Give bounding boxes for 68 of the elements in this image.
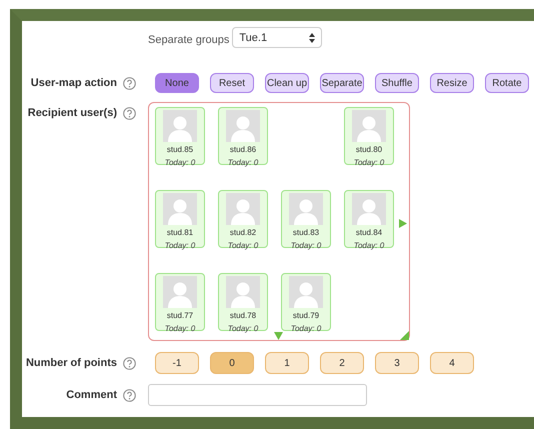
action-button[interactable]: Separate [320,73,364,93]
user-card[interactable]: stud.82 Today: 0 [218,190,268,248]
today-count: Today: 0 [290,241,322,250]
today-count: Today: 0 [354,158,384,167]
today-count: Today: 0 [164,241,196,250]
help-icon[interactable] [123,76,136,90]
avatar-icon [163,193,197,225]
today-count: Today: 0 [290,324,322,333]
user-name: stud.85 [166,145,194,154]
user-name: stud.77 [166,311,194,320]
user-card[interactable]: stud.79 Today: 0 [281,273,331,331]
points-button[interactable]: 0 [210,352,254,374]
points-button[interactable]: 2 [320,352,364,374]
action-button[interactable]: Rotate [485,73,529,93]
field-label: Recipient user(s) [28,107,117,119]
avatar-icon [163,110,197,142]
action-button[interactable]: None [155,73,199,93]
today-count: Today: 0 [164,324,196,333]
user-name: stud.83 [292,228,320,237]
avatar-icon [289,193,323,225]
user-name: stud.81 [166,228,194,237]
user-card[interactable]: stud.78 Today: 0 [218,273,268,331]
field-label: User-map action [30,77,117,89]
field-label: Number of points [26,357,117,369]
user-card[interactable]: stud.81 Today: 0 [155,190,205,248]
user-card[interactable]: stud.86 Today: 0 [218,107,268,165]
action-button[interactable]: Clean up [265,73,309,93]
points-button[interactable]: 1 [265,352,309,374]
user-card[interactable]: stud.77 Today: 0 [155,273,205,331]
user-card[interactable]: stud.84 Today: 0 [344,190,394,248]
avatar-icon [163,276,197,308]
today-count: Today: 0 [228,241,258,250]
action-button[interactable]: Resize [430,73,474,93]
user-card[interactable]: stud.85 Today: 0 [155,107,205,165]
corner-triangle-icon[interactable] [400,331,409,340]
action-button[interactable]: Reset [210,73,254,93]
help-icon[interactable] [123,388,136,402]
avatar-icon [352,193,386,225]
today-count: Today: 0 [228,324,258,333]
group-label: Separate groups [148,34,230,46]
avatar-icon [226,193,260,225]
action-button[interactable]: Shuffle [375,73,419,93]
today-count: Today: 0 [228,158,258,167]
points-button[interactable]: 4 [430,352,474,374]
avatar-icon [226,110,260,142]
user-name: stud.84 [356,228,382,237]
today-count: Today: 0 [164,158,196,167]
user-name: stud.82 [230,228,256,237]
user-name: stud.79 [292,311,320,320]
down-triangle-icon[interactable] [274,332,283,340]
user-name: stud.78 [230,311,256,320]
help-icon[interactable] [123,106,136,120]
points-button[interactable]: 3 [375,352,419,374]
today-count: Today: 0 [354,241,384,250]
avatar-icon [352,110,386,142]
points-button[interactable]: -1 [155,352,199,374]
avatar-icon [289,276,323,308]
help-icon[interactable] [123,356,136,370]
user-name: stud.86 [230,145,256,154]
group-select[interactable]: Tue.1 [232,27,322,48]
avatar-icon [226,276,260,308]
updown-icon [309,32,316,42]
user-card[interactable]: stud.83 Today: 0 [281,190,331,248]
field-label: Comment [66,389,117,401]
comment-field[interactable] [148,384,367,406]
user-card[interactable]: stud.80 Today: 0 [344,107,394,165]
right-triangle-icon[interactable] [399,219,407,228]
user-name: stud.80 [356,145,382,154]
